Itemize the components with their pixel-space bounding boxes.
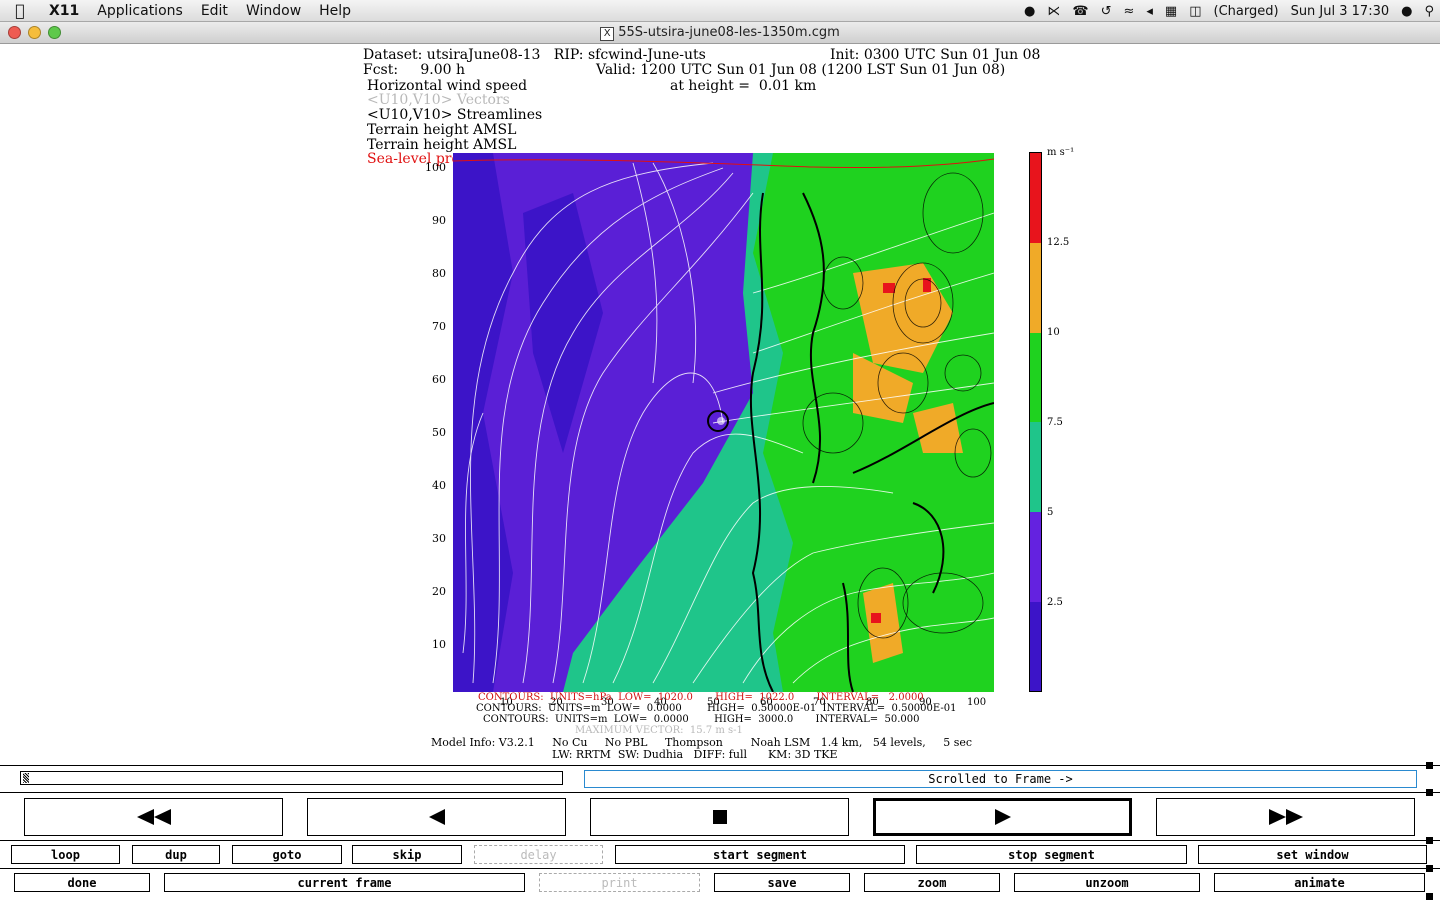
print-button: print [539, 873, 700, 892]
pane-handle[interactable] [1426, 837, 1433, 844]
dup-button[interactable]: dup [132, 845, 220, 864]
menubar:  X11 Applications Edit Window Help ● ⋉ … [0, 0, 1440, 22]
phone-icon[interactable]: ☎ [1066, 4, 1094, 19]
window-titlebar: X 55S-utsira-june08-les-1350m.cgm [0, 22, 1440, 44]
y-tick: 30 [432, 532, 446, 545]
colorbar-label: 2.5 [1047, 597, 1063, 608]
colorbar-svg [1030, 153, 1041, 691]
battery-status[interactable]: (Charged) [1208, 4, 1285, 19]
y-tick: 100 [425, 161, 446, 174]
battery-icon[interactable]: ◫ [1183, 4, 1207, 19]
contour-info-terrain1: CONTOURS: UNITS=m LOW= 0.0000 HIGH= 0.50… [476, 703, 957, 714]
apple-icon[interactable]:  [0, 1, 40, 20]
play-button[interactable] [873, 798, 1132, 836]
y-tick: 80 [432, 267, 446, 280]
fast-forward-button[interactable] [1156, 798, 1415, 836]
stop-segment-button[interactable]: stop segment [916, 845, 1187, 864]
terrain-label-1: Terrain height AMSL [367, 122, 517, 138]
colorbar-label: 12.5 [1047, 237, 1070, 248]
wind-speed-map [453, 153, 994, 692]
contour-info-slp: CONTOURS: UNITS=hPa LOW= 1020.0 HIGH= 10… [478, 692, 924, 703]
step-back-button[interactable] [307, 798, 566, 836]
rewind-icon [136, 809, 171, 825]
divider [0, 765, 1440, 766]
window-title: X 55S-utsira-june08-les-1350m.cgm [0, 25, 1440, 41]
bluetooth-icon[interactable]: ⋉ [1041, 4, 1066, 19]
pane-handle[interactable] [1426, 893, 1433, 900]
x-tick: 100 [967, 697, 987, 708]
status-field: Scrolled to Frame -> [584, 770, 1417, 788]
model-info-2: LW: RRTM SW: Dudhia DIFF: full KM: 3D TK… [552, 748, 838, 761]
menu-window[interactable]: Window [237, 0, 310, 22]
timemachine-icon[interactable]: ↺ [1095, 4, 1118, 19]
colorbar-label: 10 [1047, 327, 1060, 338]
y-tick: 20 [432, 585, 446, 598]
volume-icon[interactable]: ◂ [1140, 4, 1159, 19]
streamlines-label: <U10,V10> Streamlines [367, 107, 543, 123]
y-tick: 70 [432, 320, 446, 333]
zoom-button[interactable]: zoom [864, 873, 1000, 892]
alien-icon[interactable]: ● [1018, 4, 1041, 19]
pane-handle[interactable] [1426, 762, 1433, 769]
vectors-label: <U10,V10> Vectors [367, 92, 510, 108]
divider [0, 868, 1440, 869]
done-button[interactable]: done [14, 873, 150, 892]
step-back-icon [428, 809, 445, 825]
keyboard-icon[interactable]: ▦ [1159, 4, 1183, 19]
map-svg [453, 153, 994, 692]
y-tick: 60 [432, 373, 446, 386]
rewind-button[interactable] [24, 798, 283, 836]
menu-applications[interactable]: Applications [88, 0, 192, 22]
colorbar-label: 5 [1047, 507, 1054, 518]
wifi-icon[interactable]: ≈ [1117, 4, 1140, 19]
max-vector: MAXIMUM VECTOR: 15.7 m s-1 [575, 725, 743, 736]
forecast-time: Fcst: 9.00 h [363, 62, 465, 78]
stop-icon [712, 810, 727, 824]
loop-button[interactable]: loop [11, 845, 120, 864]
pane-handle[interactable] [1426, 789, 1433, 796]
y-tick: 50 [432, 426, 446, 439]
init-time: Init: 0300 UTC Sun 01 Jun 08 [830, 47, 1041, 63]
dataset-line: Dataset: utsiraJune08-13 RIP: sfcwind-Ju… [363, 47, 706, 63]
save-button[interactable]: save [714, 873, 850, 892]
play-icon [994, 809, 1011, 825]
contour-info-terrain2: CONTOURS: UNITS=m LOW= 0.0000 HIGH= 3000… [483, 714, 920, 725]
x11-icon: X [600, 27, 615, 41]
menu-help[interactable]: Help [310, 0, 360, 22]
animate-button[interactable]: animate [1214, 873, 1425, 892]
set-window-button[interactable]: set window [1198, 845, 1427, 864]
start-segment-button[interactable]: start segment [615, 845, 905, 864]
fast-forward-icon [1268, 809, 1303, 825]
unzoom-button[interactable]: unzoom [1014, 873, 1200, 892]
colorbar-label: 7.5 [1047, 417, 1063, 428]
delay-button: delay [474, 845, 603, 864]
y-tick: 90 [432, 214, 446, 227]
colorbar [1029, 152, 1042, 692]
valid-time: Valid: 1200 UTC Sun 01 Jun 08 (1200 LST … [596, 62, 1006, 78]
divider [0, 792, 1440, 793]
spotlight-icon[interactable]: ⚲ [1418, 4, 1440, 19]
frame-scrollbar[interactable] [20, 771, 563, 785]
clock[interactable]: Sun Jul 3 17:30 [1285, 4, 1396, 19]
current-frame-button[interactable]: current frame [164, 873, 525, 892]
pane-handle[interactable] [1426, 865, 1433, 872]
y-tick: 40 [432, 479, 446, 492]
status-tray: ● ⋉ ☎ ↺ ≈ ◂ ▦ ◫ (Charged) Sun Jul 3 17:3… [1018, 0, 1440, 22]
goto-button[interactable]: goto [232, 845, 342, 864]
y-tick: 10 [432, 638, 446, 651]
skip-button[interactable]: skip [352, 845, 462, 864]
user-icon[interactable]: ● [1395, 4, 1418, 19]
colorbar-unit: m s⁻¹ [1047, 147, 1075, 158]
stop-button[interactable] [590, 798, 849, 836]
divider [0, 840, 1440, 841]
height-label: at height = 0.01 km [670, 78, 817, 94]
menu-edit[interactable]: Edit [192, 0, 237, 22]
scroll-thumb[interactable] [23, 773, 29, 783]
menu-app[interactable]: X11 [40, 0, 88, 22]
